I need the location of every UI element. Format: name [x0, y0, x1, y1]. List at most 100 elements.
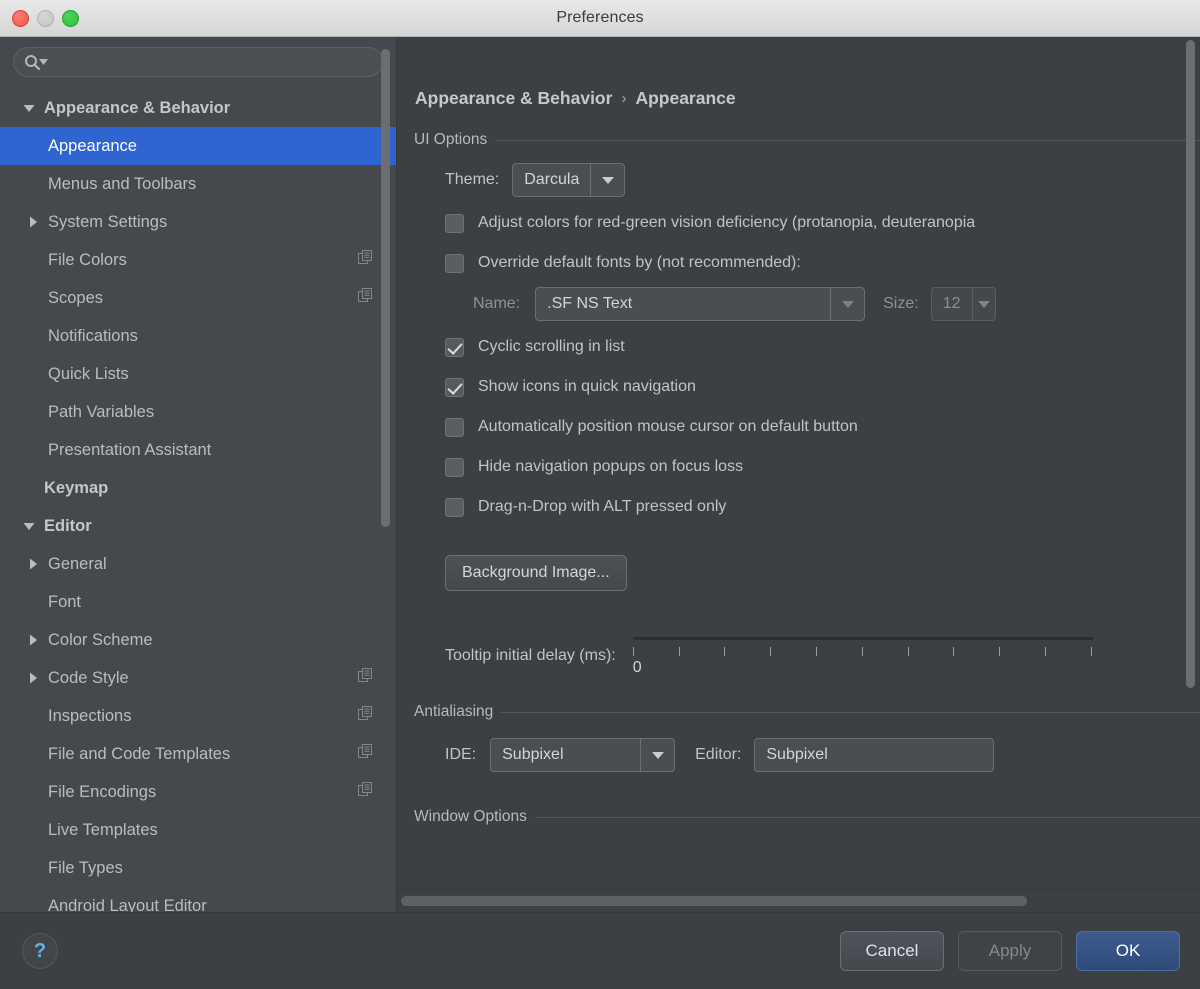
sidebar-item-menus-and-toolbars[interactable]: Menus and Toolbars [0, 165, 396, 203]
antialiasing-group-header: Antialiasing [397, 703, 1200, 721]
panel-scrollbar-thumb[interactable] [1186, 40, 1195, 688]
sidebar-item-file-types[interactable]: File Types [0, 849, 396, 887]
copy-settings-icon[interactable] [358, 288, 373, 308]
sidebar-item-path-variables[interactable]: Path Variables [0, 393, 396, 431]
window-options-title: Window Options [414, 808, 527, 825]
panel-horizontal-scrollbar-thumb[interactable] [401, 896, 1027, 906]
checkbox-cyclic-scrolling[interactable] [445, 337, 464, 357]
dialog-content: Appearance & Behavior Appearance Menus and… [0, 37, 1200, 912]
window-titlebar: Preferences [0, 0, 1200, 37]
tooltip-delay-label: Tooltip initial delay (ms): [445, 647, 616, 664]
breadcrumb-parent[interactable]: Appearance & Behavior [415, 88, 612, 109]
twisty-collapsed-icon[interactable] [22, 634, 44, 646]
background-image-button[interactable]: Background Image... [445, 555, 627, 591]
sidebar-item-label: Font [48, 592, 82, 611]
ide-antialiasing-label: IDE: [445, 746, 477, 763]
search-dropdown-icon[interactable] [39, 53, 48, 71]
checkbox-row-override-fonts[interactable]: Override default fonts by (not recommend… [397, 243, 1200, 283]
font-name-combobox[interactable]: .SF NS Text [535, 287, 866, 321]
settings-tree[interactable]: Appearance & Behavior Appearance Menus and… [0, 86, 396, 912]
search-box[interactable] [13, 47, 383, 77]
checkbox-colorblind[interactable] [445, 213, 464, 233]
chevron-down-icon[interactable] [640, 739, 674, 771]
search-input[interactable] [54, 54, 372, 70]
close-window-button[interactable] [12, 9, 29, 27]
checkbox-row-auto-position-cursor[interactable]: Automatically position mouse cursor on d… [397, 407, 1200, 447]
twisty-collapsed-icon[interactable] [22, 558, 44, 570]
tooltip-delay-row: Tooltip initial delay (ms): 0 [397, 627, 1200, 677]
chevron-down-icon[interactable] [971, 288, 995, 320]
slider-track[interactable] [632, 637, 1093, 640]
copy-settings-icon[interactable] [358, 668, 373, 688]
checkbox-auto-position-cursor[interactable] [445, 417, 464, 437]
checkbox-row-drag-n-drop-alt[interactable]: Drag-n-Drop with ALT pressed only [397, 487, 1200, 527]
twisty-collapsed-icon[interactable] [22, 216, 44, 228]
sidebar-item-code-style[interactable]: Code Style [0, 659, 396, 697]
sidebar-scrollbar-thumb[interactable] [381, 49, 390, 527]
checkbox-override-fonts[interactable] [445, 253, 464, 273]
checkbox-row-show-icons[interactable]: Show icons in quick navigation [397, 367, 1200, 407]
sidebar-item-general[interactable]: General [0, 545, 396, 583]
slider-tick [724, 647, 726, 656]
sidebar-item-notifications[interactable]: Notifications [0, 317, 396, 355]
sidebar-item-file-and-code-templates[interactable]: File and Code Templates [0, 735, 396, 773]
sidebar-item-android-layout-editor[interactable]: Android Layout Editor [0, 887, 396, 913]
sidebar-item-label: Live Templates [48, 820, 158, 839]
sidebar-item-live-templates[interactable]: Live Templates [0, 811, 396, 849]
sidebar-scrollbar-track[interactable] [375, 37, 396, 912]
checkbox-row-cyclic-scrolling[interactable]: Cyclic scrolling in list [397, 327, 1200, 367]
checkbox-hide-popups[interactable] [445, 457, 464, 477]
copy-settings-icon[interactable] [358, 706, 373, 726]
sidebar-item-scopes[interactable]: Scopes [0, 279, 396, 317]
sidebar-item-appearance[interactable]: Appearance [0, 127, 396, 165]
tooltip-delay-slider[interactable]: 0 [632, 627, 1093, 677]
help-button[interactable]: ? [22, 933, 58, 969]
checkbox-row-colorblind[interactable]: Adjust colors for red-green vision defic… [397, 203, 1200, 243]
sidebar-item-label: File Encodings [48, 782, 157, 801]
slider-tick [678, 647, 680, 656]
sidebar-item-keymap[interactable]: Keymap [0, 469, 396, 507]
sidebar-item-font[interactable]: Font [0, 583, 396, 621]
sidebar-item-presentation-assistant[interactable]: Presentation Assistant [0, 431, 396, 469]
sidebar-item-quick-lists[interactable]: Quick Lists [0, 355, 396, 393]
twisty-expanded-icon[interactable] [18, 103, 40, 113]
ok-button[interactable]: OK [1076, 931, 1180, 971]
sidebar-item-color-scheme[interactable]: Color Scheme [0, 621, 396, 659]
font-size-combobox[interactable]: 12 [930, 287, 996, 321]
breadcrumb-current: Appearance [635, 88, 736, 108]
sidebar-item-label: Inspections [48, 706, 132, 725]
chevron-down-icon[interactable] [590, 164, 624, 196]
sidebar-item-label: Appearance [48, 136, 137, 155]
group-divider [495, 139, 1200, 141]
sidebar-item-label: General [48, 554, 107, 573]
sidebar-item-file-encodings[interactable]: File Encodings [0, 773, 396, 811]
zoom-window-button[interactable] [62, 9, 79, 27]
theme-combobox[interactable]: Darcula [512, 163, 626, 197]
sidebar-item-label: Android Layout Editor [48, 896, 207, 913]
copy-settings-icon[interactable] [358, 250, 373, 270]
checkbox-row-hide-popups[interactable]: Hide navigation popups on focus loss [397, 447, 1200, 487]
ide-antialiasing-combobox[interactable]: Subpixel [490, 738, 676, 772]
sidebar-item-file-colors[interactable]: File Colors [0, 241, 396, 279]
font-name-combobox-value: .SF NS Text [547, 295, 633, 312]
sidebar-item-editor[interactable]: Editor [0, 507, 396, 545]
sidebar-item-inspections[interactable]: Inspections [0, 697, 396, 735]
group-divider [534, 816, 1200, 818]
checkbox-override-fonts-label: Override default fonts by (not recommend… [478, 254, 801, 271]
panel-horizontal-scrollbar-track[interactable] [397, 889, 1200, 912]
cancel-button[interactable]: Cancel [840, 931, 944, 971]
group-divider [501, 711, 1200, 713]
sidebar-item-system-settings[interactable]: System Settings [0, 203, 396, 241]
search-container [0, 37, 396, 86]
font-size-label: Size: [883, 295, 919, 312]
sidebar-item-appearance-behavior[interactable]: Appearance & Behavior [0, 89, 396, 127]
copy-settings-icon[interactable] [358, 782, 373, 802]
checkbox-drag-n-drop-alt[interactable] [445, 497, 464, 517]
checkbox-show-icons[interactable] [445, 377, 464, 397]
twisty-collapsed-icon[interactable] [22, 672, 44, 684]
editor-antialiasing-combobox[interactable]: Subpixel [754, 738, 995, 772]
copy-settings-icon[interactable] [358, 744, 373, 764]
twisty-expanded-icon[interactable] [18, 521, 40, 531]
minimize-window-button[interactable] [37, 9, 54, 27]
chevron-down-icon[interactable] [830, 288, 864, 320]
